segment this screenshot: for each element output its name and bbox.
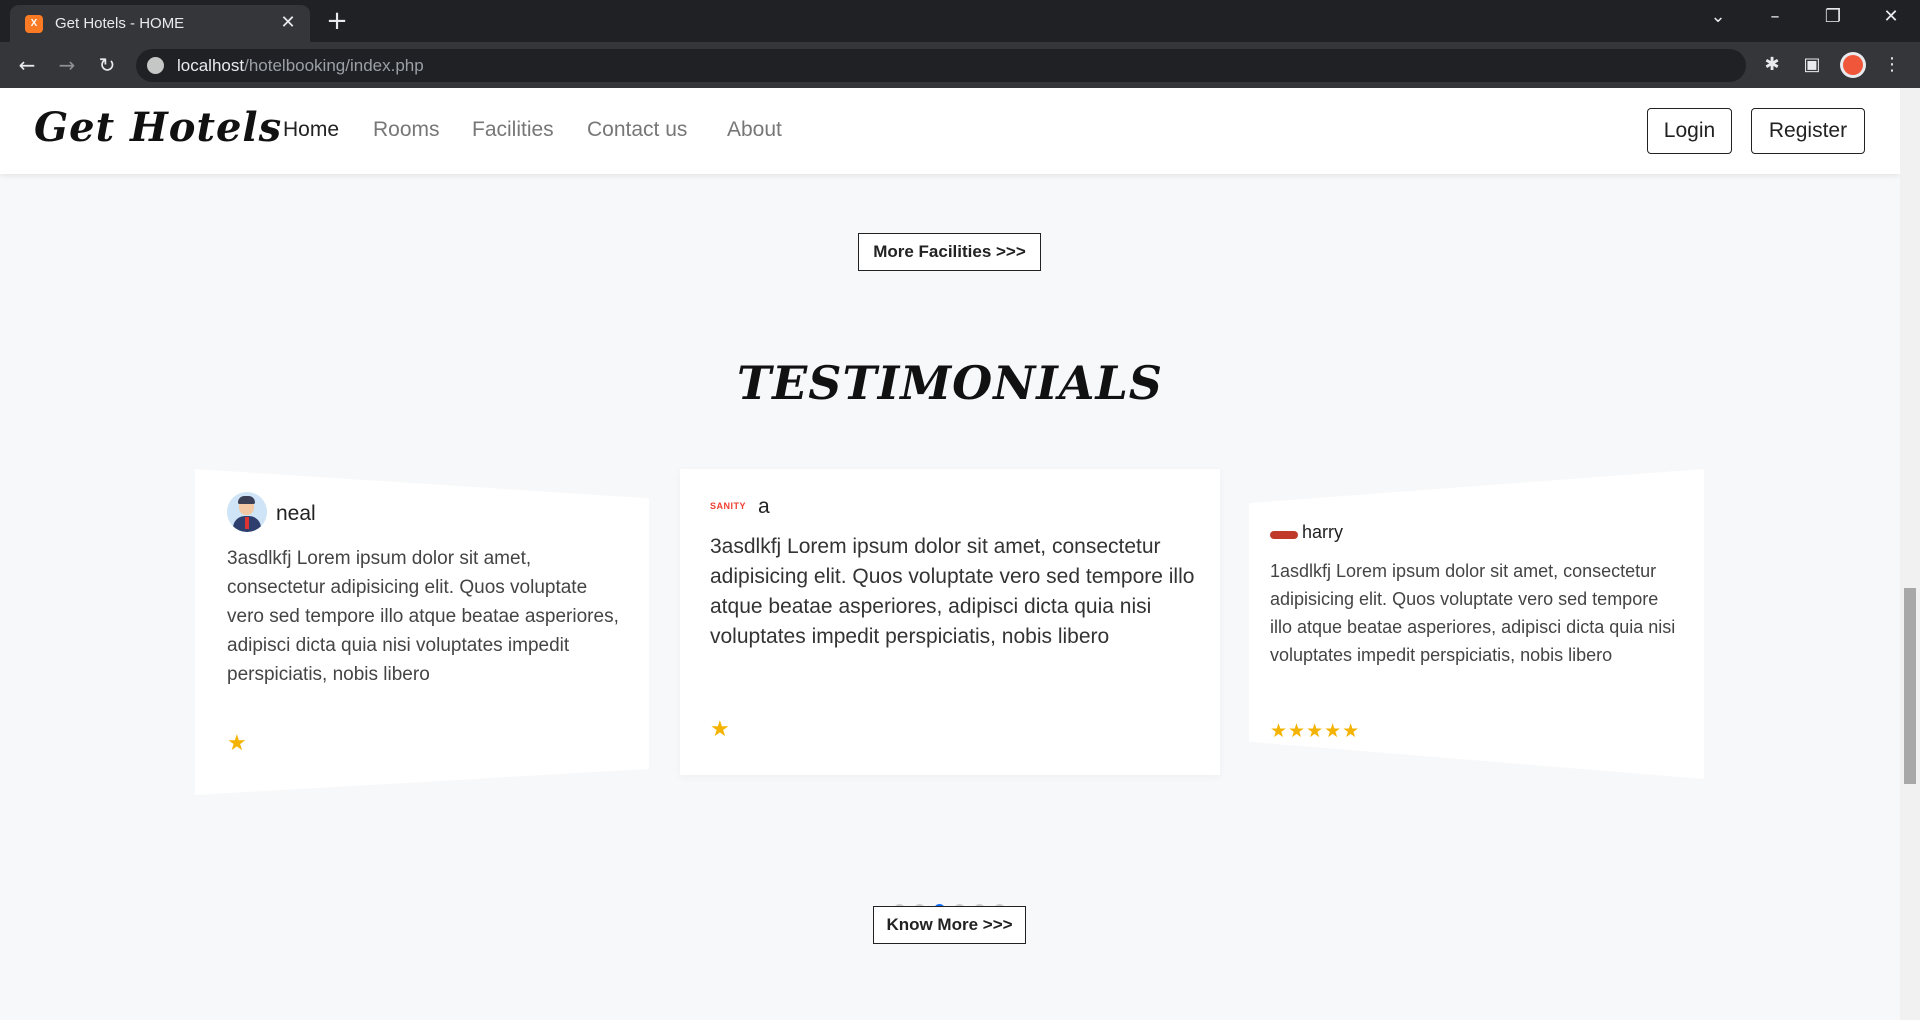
address-bar[interactable]: localhost/hotelbooking/index.php: [136, 49, 1746, 82]
site-info-icon[interactable]: [147, 57, 164, 74]
new-tab-icon[interactable]: +: [325, 6, 349, 36]
person-avatar-icon: [227, 492, 267, 532]
xampp-favicon-icon: X: [25, 15, 43, 33]
testimonial-card: SANITY a 3asdlkfj Lorem ipsum dolor sit …: [680, 469, 1220, 775]
testimonial-card: harry 1asdlkfj Lorem ipsum dolor sit ame…: [1249, 469, 1704, 779]
tab-title: Get Hotels - HOME: [55, 15, 185, 32]
close-tab-icon[interactable]: ✕: [278, 12, 298, 33]
reload-icon[interactable]: ↻: [93, 51, 121, 79]
testimonial-card: neal 3asdlkfj Lorem ipsum dolor sit amet…: [195, 469, 649, 795]
site-brand[interactable]: Get Hotels: [34, 104, 282, 151]
page-scrollbar[interactable]: [1900, 88, 1920, 1020]
scrollbar-thumb[interactable]: [1904, 588, 1916, 784]
browser-tab-bar: X Get Hotels - HOME ✕ + ⌄ – ❐ ✕: [0, 0, 1920, 42]
nav-link-rooms[interactable]: Rooms: [373, 118, 440, 142]
more-facilities-button[interactable]: More Facilities >>>: [858, 233, 1041, 271]
profile-avatar[interactable]: [1840, 52, 1866, 78]
red-logo-icon: [1270, 531, 1298, 539]
nav-link-about[interactable]: About: [727, 118, 782, 142]
reviewer-name: harry: [1302, 522, 1344, 542]
review-text: 1asdlkfj Lorem ipsum dolor sit amet, con…: [1270, 561, 1676, 665]
extensions-puzzle-icon[interactable]: ✱: [1760, 53, 1784, 77]
sanity-logo: SANITY: [710, 501, 747, 511]
star-rating: ★: [227, 731, 248, 756]
know-more-button[interactable]: Know More >>>: [873, 906, 1026, 944]
nav-link-contact[interactable]: Contact us: [587, 118, 687, 142]
login-button[interactable]: Login: [1647, 108, 1732, 154]
forward-arrow-icon[interactable]: →: [53, 51, 81, 79]
reviewer-name: a: [758, 495, 770, 518]
minimize-icon[interactable]: –: [1760, 6, 1790, 27]
site-navbar: Get Hotels Home Rooms Facilities Contact…: [0, 88, 1900, 174]
back-arrow-icon[interactable]: ←: [13, 51, 41, 79]
close-window-icon[interactable]: ✕: [1876, 6, 1906, 27]
testimonials-title: TESTIMONIALS: [736, 356, 1164, 410]
restore-icon[interactable]: ❐: [1818, 6, 1848, 27]
browser-menu-icon[interactable]: ⋮: [1880, 53, 1904, 77]
side-panel-icon[interactable]: ▣: [1800, 53, 1824, 77]
review-text: 3asdlkfj Lorem ipsum dolor sit amet, con…: [227, 548, 619, 685]
nav-link-facilities[interactable]: Facilities: [472, 118, 554, 142]
url-text: localhost/hotelbooking/index.php: [177, 56, 424, 75]
tab-search-chevron-icon[interactable]: ⌄: [1703, 6, 1733, 27]
browser-toolbar: ← → ↻ localhost/hotelbooking/index.php ✱…: [0, 42, 1920, 88]
star-rating: ★★★★★: [1270, 720, 1361, 742]
star-rating: ★: [710, 717, 731, 742]
register-button[interactable]: Register: [1751, 108, 1865, 154]
page-viewport: Get Hotels Home Rooms Facilities Contact…: [0, 88, 1920, 1020]
reviewer-name: neal: [276, 502, 316, 525]
browser-tab[interactable]: X Get Hotels - HOME ✕: [10, 5, 310, 42]
nav-link-home[interactable]: Home: [283, 118, 339, 142]
review-text: 3asdlkfj Lorem ipsum dolor sit amet, con…: [710, 535, 1195, 648]
